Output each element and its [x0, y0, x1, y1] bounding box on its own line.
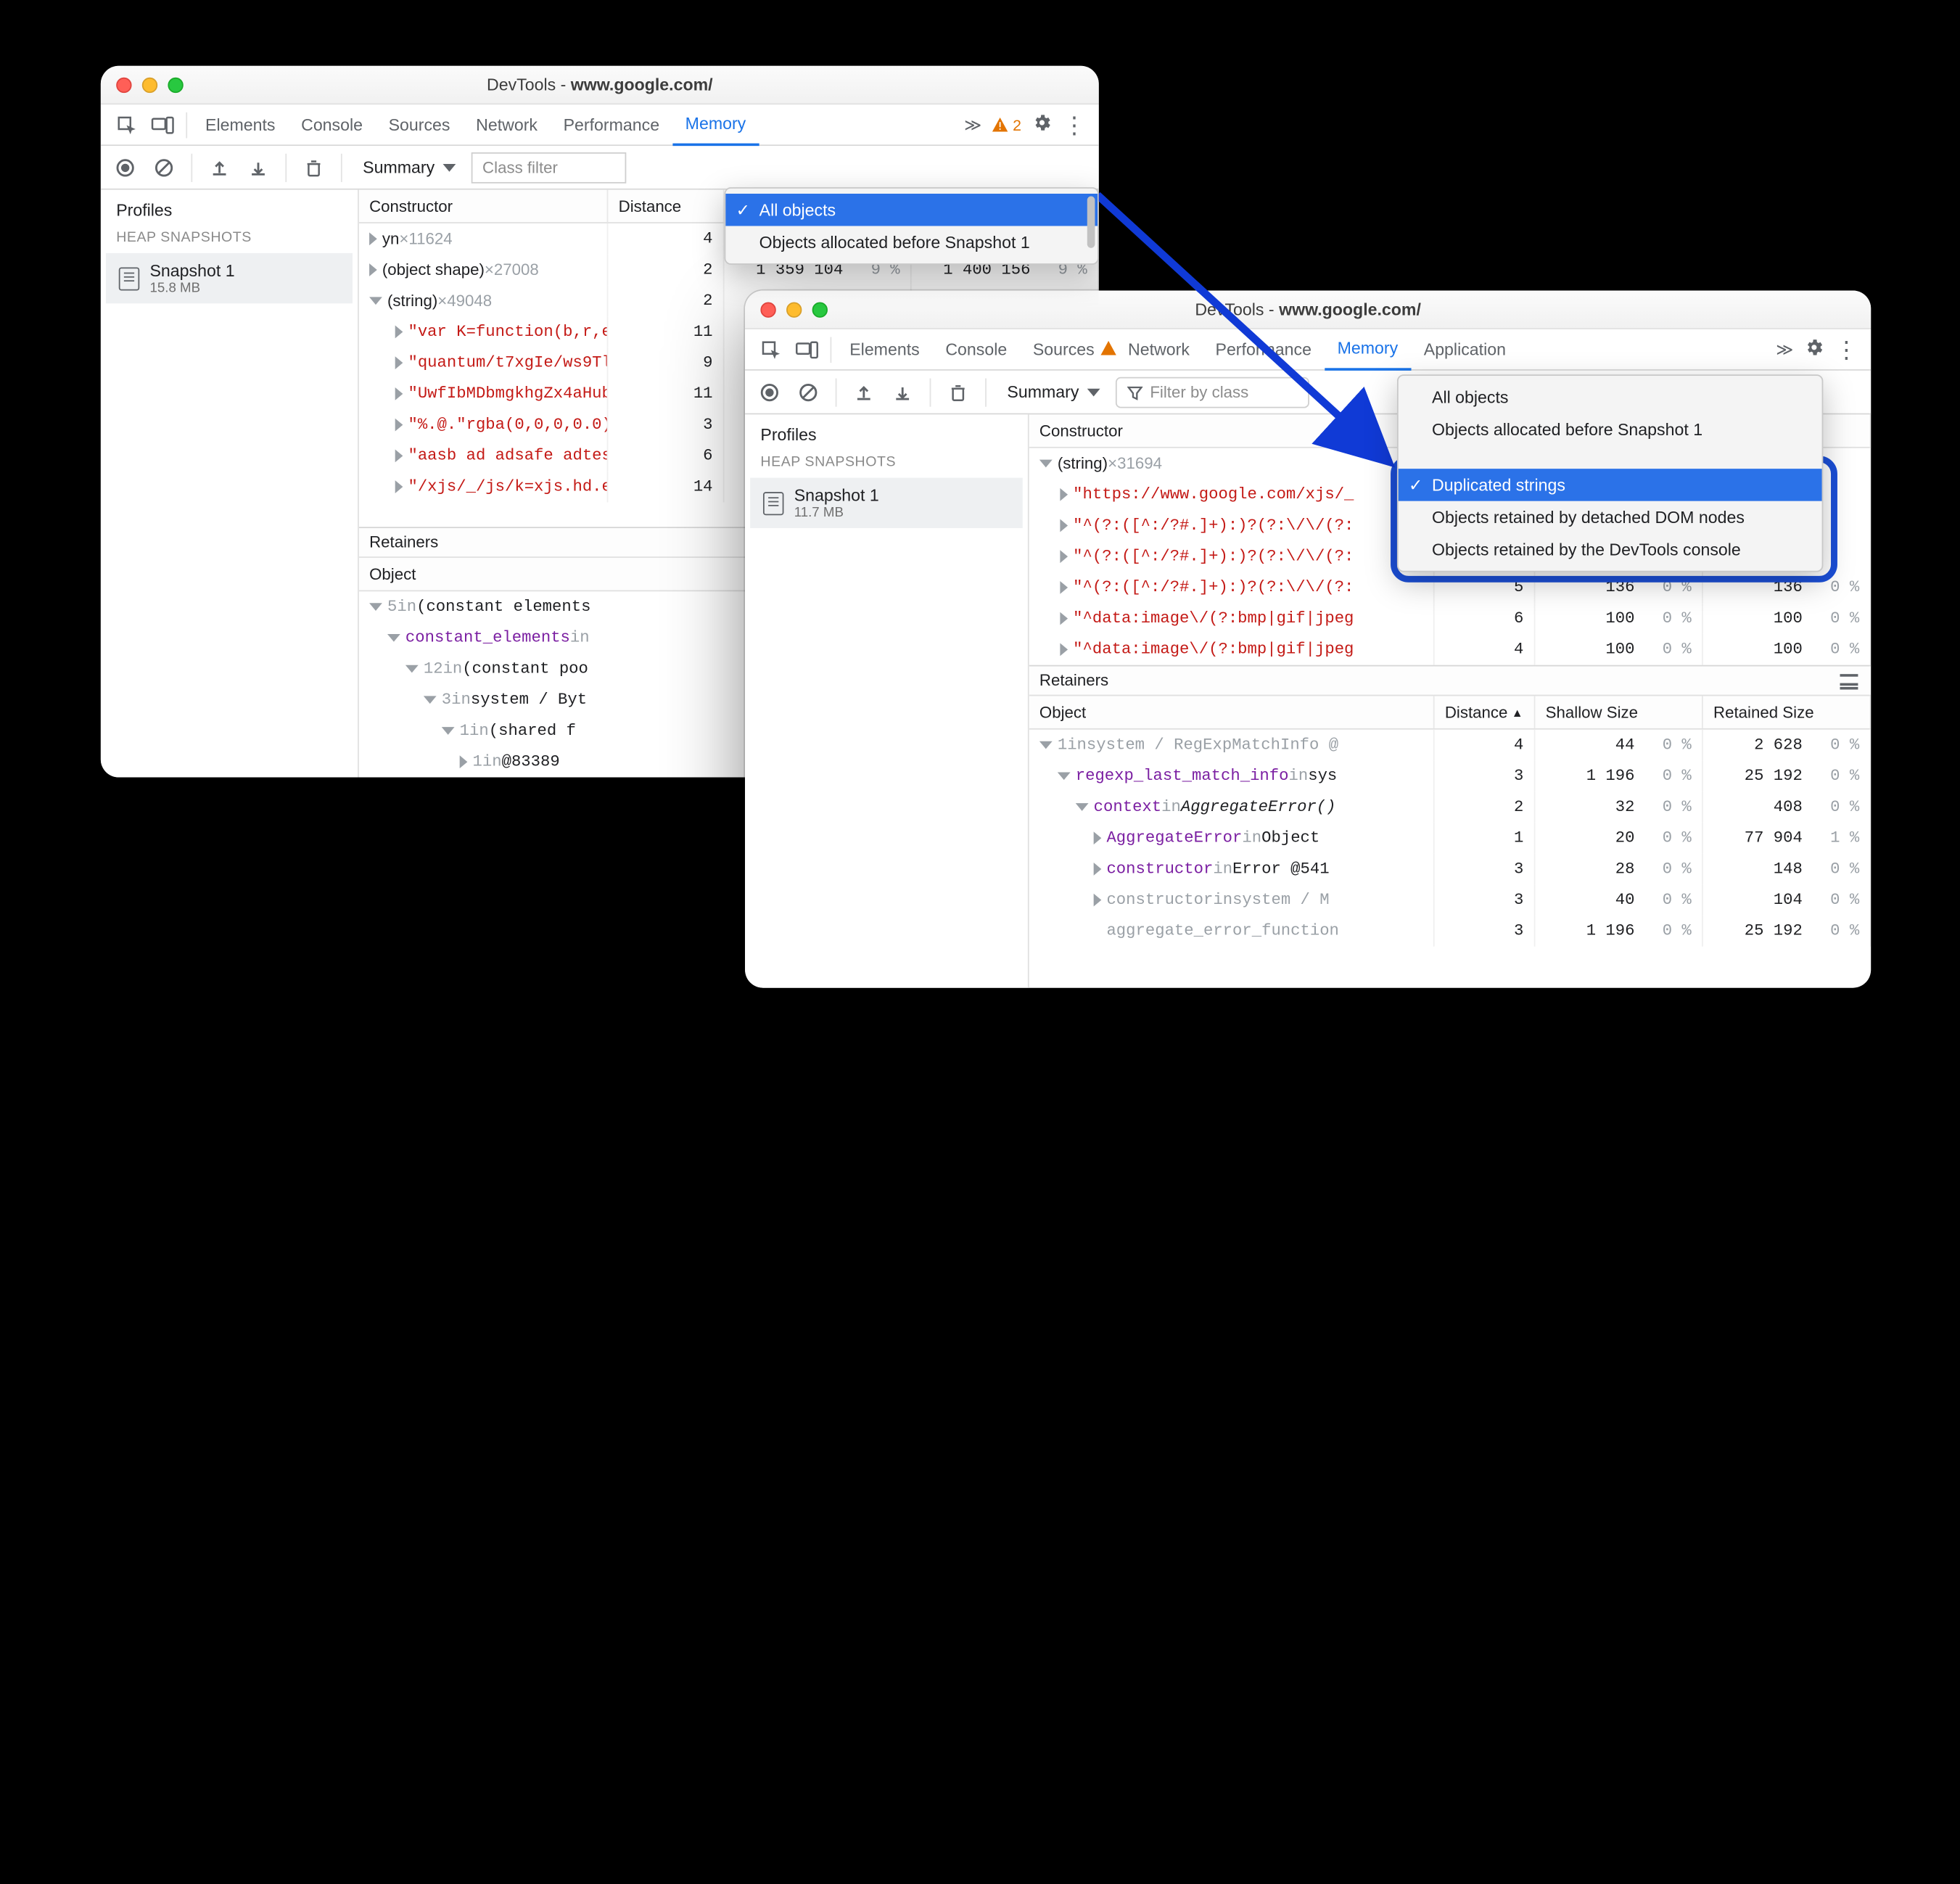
sidebar-heap-label: HEAP SNAPSHOTS	[101, 230, 358, 253]
tab-sources[interactable]: Sources	[376, 104, 464, 145]
record-icon[interactable]	[109, 150, 142, 184]
tab-console[interactable]: Console	[288, 104, 376, 145]
device-icon[interactable]	[789, 340, 825, 358]
sidebar-profiles-label: Profiles	[745, 414, 1028, 454]
settings-icon[interactable]	[1804, 337, 1824, 362]
dropdown-option-before-snapshot[interactable]: Objects allocated before Snapshot 1	[1399, 414, 1822, 446]
kebab-icon[interactable]: ⋮	[1063, 117, 1086, 132]
snapshot-icon	[763, 491, 783, 514]
device-icon[interactable]	[144, 115, 181, 133]
load-icon[interactable]	[202, 150, 236, 184]
dropdown-option-devtools-console[interactable]: Objects retained by the DevTools console	[1399, 533, 1822, 566]
clear-icon[interactable]	[147, 150, 181, 184]
dropdown-option-duplicated-strings[interactable]: Duplicated strings	[1399, 469, 1822, 501]
tab-console[interactable]: Console	[933, 329, 1021, 370]
tab-performance[interactable]: Performance	[1203, 329, 1325, 370]
tab-elements[interactable]: Elements	[192, 104, 288, 145]
profiles-sidebar: Profiles HEAP SNAPSHOTS Snapshot 1 11.7 …	[745, 414, 1029, 987]
dropdown-option-before-snapshot[interactable]: Objects allocated before Snapshot 1	[725, 226, 1098, 259]
gc-icon[interactable]	[297, 150, 330, 184]
tab-network[interactable]: Network	[1108, 329, 1203, 370]
retainer-columns: Object Distance▲ Shallow Size Retained S…	[1029, 696, 1872, 729]
tab-sources[interactable]: Sources	[1020, 329, 1108, 370]
sidebar-profiles-label: Profiles	[101, 190, 358, 230]
retainer-rows: 1 in system / RegExpMatchInfo @ 4 440 % …	[1029, 730, 1872, 988]
window-title: DevTools - www.google.com/	[101, 75, 1099, 94]
issues-badge[interactable]: 2	[992, 115, 1021, 133]
more-tabs-icon[interactable]: ≫	[1776, 339, 1793, 359]
sidebar-heap-label: HEAP SNAPSHOTS	[745, 455, 1028, 478]
profiles-sidebar: Profiles HEAP SNAPSHOTS Snapshot 1 15.8 …	[101, 190, 359, 778]
class-filter-input[interactable]: Filter by class	[1115, 377, 1309, 408]
tab-memory[interactable]: Memory	[672, 104, 759, 145]
titlebar: DevTools - www.google.com/	[745, 291, 1871, 329]
col-distance[interactable]: Distance▲	[1435, 696, 1536, 728]
dropdown-option-all[interactable]: All objects	[1399, 381, 1822, 414]
retainers-header: Retainers	[1029, 665, 1872, 696]
tab-performance[interactable]: Performance	[551, 104, 672, 145]
gc-icon[interactable]	[942, 375, 975, 408]
col-retained[interactable]: Retained Size	[1703, 696, 1871, 728]
tab-memory[interactable]: Memory	[1325, 329, 1411, 370]
col-constructor[interactable]: Constructor	[359, 190, 609, 223]
dropdown-option-detached-dom[interactable]: Objects retained by detached DOM nodes	[1399, 501, 1822, 534]
kebab-icon[interactable]: ⋮	[1835, 342, 1858, 357]
tab-elements[interactable]: Elements	[836, 329, 932, 370]
col-shallow[interactable]: Shallow Size	[1535, 696, 1702, 728]
snapshot-item[interactable]: Snapshot 1 15.8 MB	[106, 253, 353, 303]
panel-tabbar: Elements Console Sources Network Perform…	[101, 104, 1099, 146]
window-title: DevTools - www.google.com/	[745, 300, 1871, 319]
clear-icon[interactable]	[791, 375, 825, 408]
col-distance[interactable]: Distance	[608, 190, 724, 223]
dropdown-option-all[interactable]: All objects	[725, 194, 1098, 226]
record-icon[interactable]	[753, 375, 786, 408]
tab-application[interactable]: Application	[1411, 329, 1519, 370]
inspect-icon[interactable]	[753, 339, 789, 359]
tab-network[interactable]: Network	[463, 104, 550, 145]
col-constructor[interactable]: Constructor	[1029, 414, 1435, 447]
titlebar: DevTools - www.google.com/	[101, 66, 1099, 104]
retainers-menu-icon[interactable]	[1840, 674, 1858, 689]
load-icon[interactable]	[847, 375, 881, 408]
view-dropdown[interactable]: Summary	[997, 382, 1110, 402]
memory-toolbar: Summary Class filter	[101, 146, 1099, 190]
panel-tabbar: Elements Console Sources Network Perform…	[745, 329, 1871, 371]
class-filter-input[interactable]: Class filter	[471, 152, 626, 183]
filter-scope-dropdown[interactable]: All objects Objects allocated before Sna…	[1397, 374, 1823, 572]
devtools-window-new: DevTools - www.google.com/ Elements Cons…	[745, 291, 1871, 988]
filter-icon	[1127, 384, 1142, 400]
more-tabs-icon[interactable]: ≫	[964, 115, 981, 135]
filter-scope-dropdown[interactable]: All objects Objects allocated before Sna…	[725, 187, 1099, 265]
snapshot-icon	[119, 267, 139, 290]
settings-icon[interactable]	[1032, 112, 1052, 137]
inspect-icon[interactable]	[109, 115, 145, 135]
view-dropdown[interactable]: Summary	[353, 157, 466, 177]
col-object[interactable]: Object	[1029, 696, 1435, 728]
save-icon[interactable]	[242, 150, 275, 184]
snapshot-item[interactable]: Snapshot 1 11.7 MB	[750, 478, 1023, 528]
save-icon[interactable]	[886, 375, 919, 408]
